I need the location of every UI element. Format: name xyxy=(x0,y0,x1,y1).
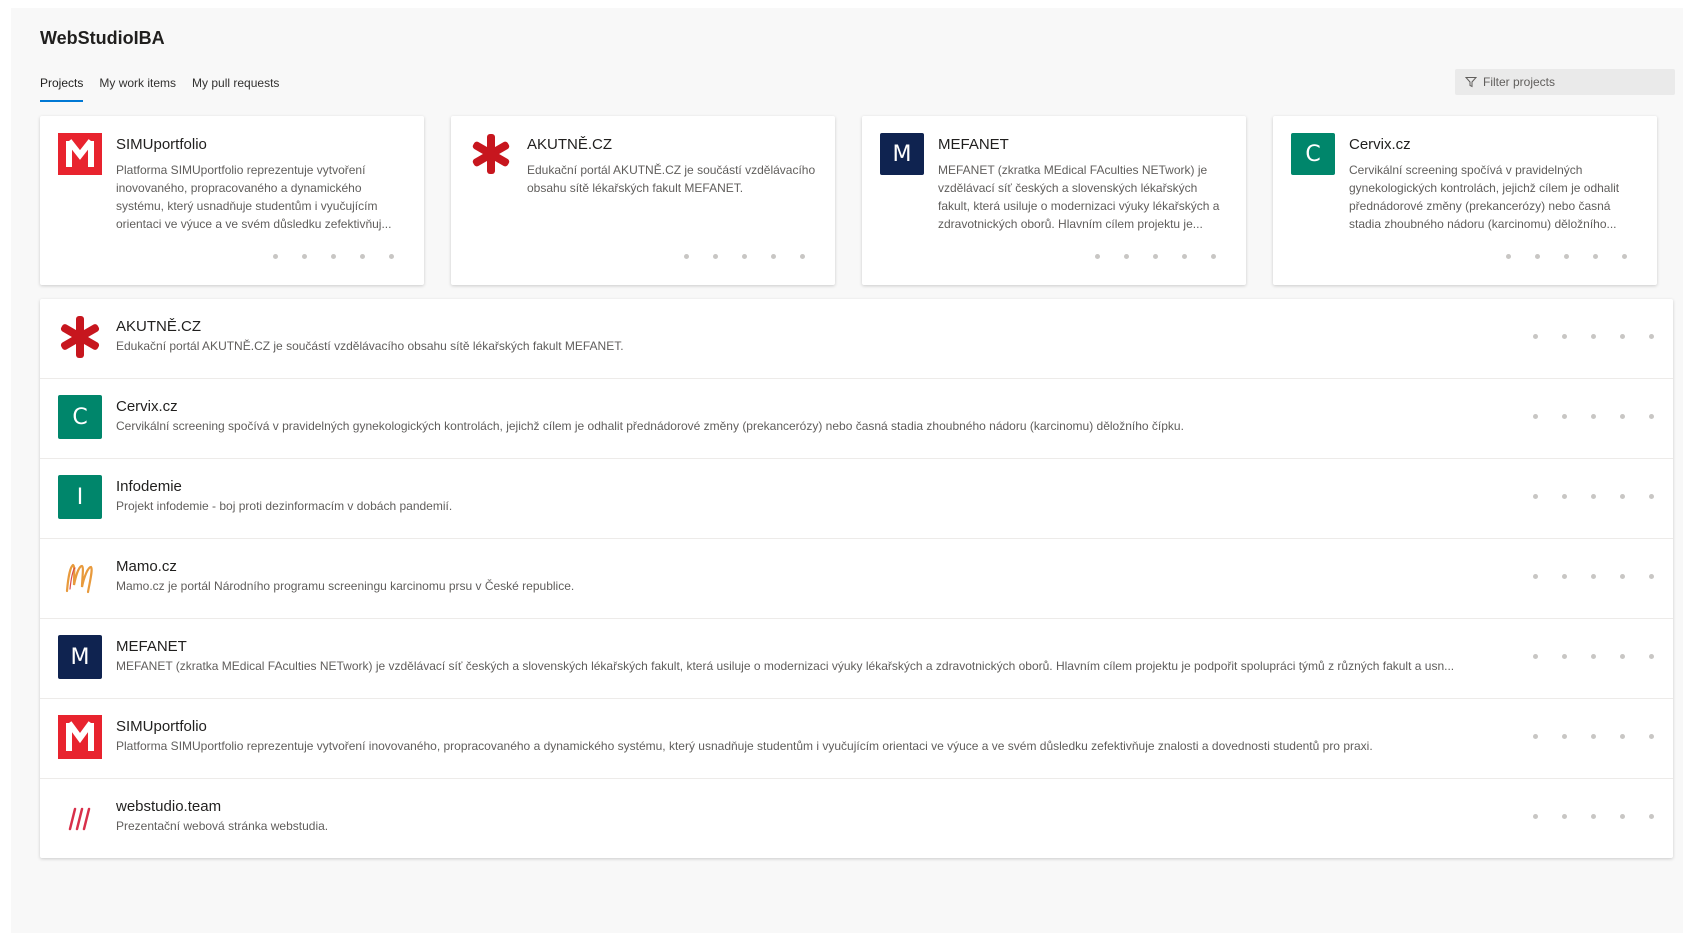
infodemie-logo: I xyxy=(58,475,102,519)
more-options-icon[interactable] xyxy=(1533,734,1654,739)
card-project-description: Platforma SIMUportfolio reprezentuje vyt… xyxy=(116,163,392,231)
project-card-cervix[interactable]: C Cervix.cz Cervikální screening spočívá… xyxy=(1273,116,1657,285)
akutne-logo xyxy=(472,134,510,174)
project-card-mefanet[interactable]: M MEFANET MEFANET (zkratka MEdical FAcul… xyxy=(862,116,1246,285)
tab-projects[interactable]: Projects xyxy=(40,68,84,102)
webstudio-logo xyxy=(68,807,91,831)
project-description: Projekt infodemie - boj proti dezinforma… xyxy=(116,499,453,513)
tab-bar: Projects My work items My pull requests xyxy=(40,68,279,102)
filter-icon xyxy=(1465,77,1477,88)
card-project-description: MEFANET (zkratka MEdical FAculties NETwo… xyxy=(938,163,1220,231)
mefanet-logo: M xyxy=(58,635,102,679)
projects-list: AKUTNĚ.CZ Edukační portál AKUTNĚ.CZ je s… xyxy=(40,299,1673,858)
list-item[interactable]: webstudio.team Prezentační webová stránk… xyxy=(40,779,1673,858)
filter-projects-input[interactable]: Filter projects xyxy=(1455,69,1675,95)
project-name: Infodemie xyxy=(116,478,182,495)
projects-page: WebStudioIBA Projects My work items My p… xyxy=(11,8,1683,933)
project-name: webstudio.team xyxy=(116,798,222,815)
project-description: Cervikální screening spočívá v pravideln… xyxy=(116,419,1184,433)
card-project-name: MEFANET xyxy=(938,136,1009,153)
project-name: SIMUportfolio xyxy=(116,718,207,735)
project-name: AKUTNĚ.CZ xyxy=(116,318,202,335)
project-description: MEFANET (zkratka MEdical FAculties NETwo… xyxy=(116,659,1455,673)
project-description: Platforma SIMUportfolio reprezentuje vyt… xyxy=(116,739,1373,753)
simuportfolio-logo xyxy=(58,133,102,175)
more-options-icon[interactable] xyxy=(1533,334,1654,339)
card-project-name: SIMUportfolio xyxy=(116,136,207,153)
list-item[interactable]: M MEFANET MEFANET (zkratka MEdical FAcul… xyxy=(40,619,1673,699)
list-item[interactable]: I Infodemie Projekt infodemie - boj prot… xyxy=(40,459,1673,539)
more-options-icon[interactable] xyxy=(684,254,805,259)
tab-my-pull-requests[interactable]: My pull requests xyxy=(192,68,279,102)
mefanet-logo: M xyxy=(880,133,924,175)
project-name: Mamo.cz xyxy=(116,558,177,575)
project-name: Cervix.cz xyxy=(116,398,178,415)
more-options-icon[interactable] xyxy=(273,254,394,259)
card-project-name: Cervix.cz xyxy=(1349,136,1411,153)
filter-placeholder: Filter projects xyxy=(1483,75,1556,89)
akutne-logo xyxy=(60,316,100,358)
more-options-icon[interactable] xyxy=(1533,574,1654,579)
project-card-simuportfolio[interactable]: SIMUportfolio Platforma SIMUportfolio re… xyxy=(40,116,424,285)
card-project-name: AKUTNĚ.CZ xyxy=(527,136,613,153)
cervix-logo: C xyxy=(58,395,102,439)
list-item[interactable]: Mamo.cz Mamo.cz je portál Národního prog… xyxy=(40,539,1673,619)
organization-title: WebStudioIBA xyxy=(40,28,165,48)
list-item[interactable]: SIMUportfolio Platforma SIMUportfolio re… xyxy=(40,699,1673,779)
more-options-icon[interactable] xyxy=(1533,654,1654,659)
card-project-description: Cervikální screening spočívá v pravideln… xyxy=(1349,163,1620,231)
project-description: Prezentační webová stránka webstudia. xyxy=(116,819,329,833)
more-options-icon[interactable] xyxy=(1095,254,1216,259)
mamo-logo xyxy=(65,563,93,594)
tab-my-work-items[interactable]: My work items xyxy=(99,68,176,102)
project-name: MEFANET xyxy=(116,638,187,655)
list-item[interactable]: C Cervix.cz Cervikální screening spočívá… xyxy=(40,379,1673,459)
project-card-akutne[interactable]: AKUTNĚ.CZ Edukační portál AKUTNĚ.CZ je s… xyxy=(451,116,835,285)
more-options-icon[interactable] xyxy=(1533,414,1654,419)
simuportfolio-logo xyxy=(58,715,102,759)
list-item[interactable]: AKUTNĚ.CZ Edukační portál AKUTNĚ.CZ je s… xyxy=(40,299,1673,379)
favorite-projects: SIMUportfolio Platforma SIMUportfolio re… xyxy=(40,116,1657,285)
more-options-icon[interactable] xyxy=(1506,254,1627,259)
more-options-icon[interactable] xyxy=(1533,814,1654,819)
cervix-logo: C xyxy=(1291,133,1335,175)
card-project-description: Edukační portál AKUTNĚ.CZ je součástí vz… xyxy=(527,163,816,195)
more-options-icon[interactable] xyxy=(1533,494,1654,499)
project-description: Mamo.cz je portál Národního programu scr… xyxy=(116,579,575,593)
project-description: Edukační portál AKUTNĚ.CZ je součástí vz… xyxy=(116,339,624,353)
